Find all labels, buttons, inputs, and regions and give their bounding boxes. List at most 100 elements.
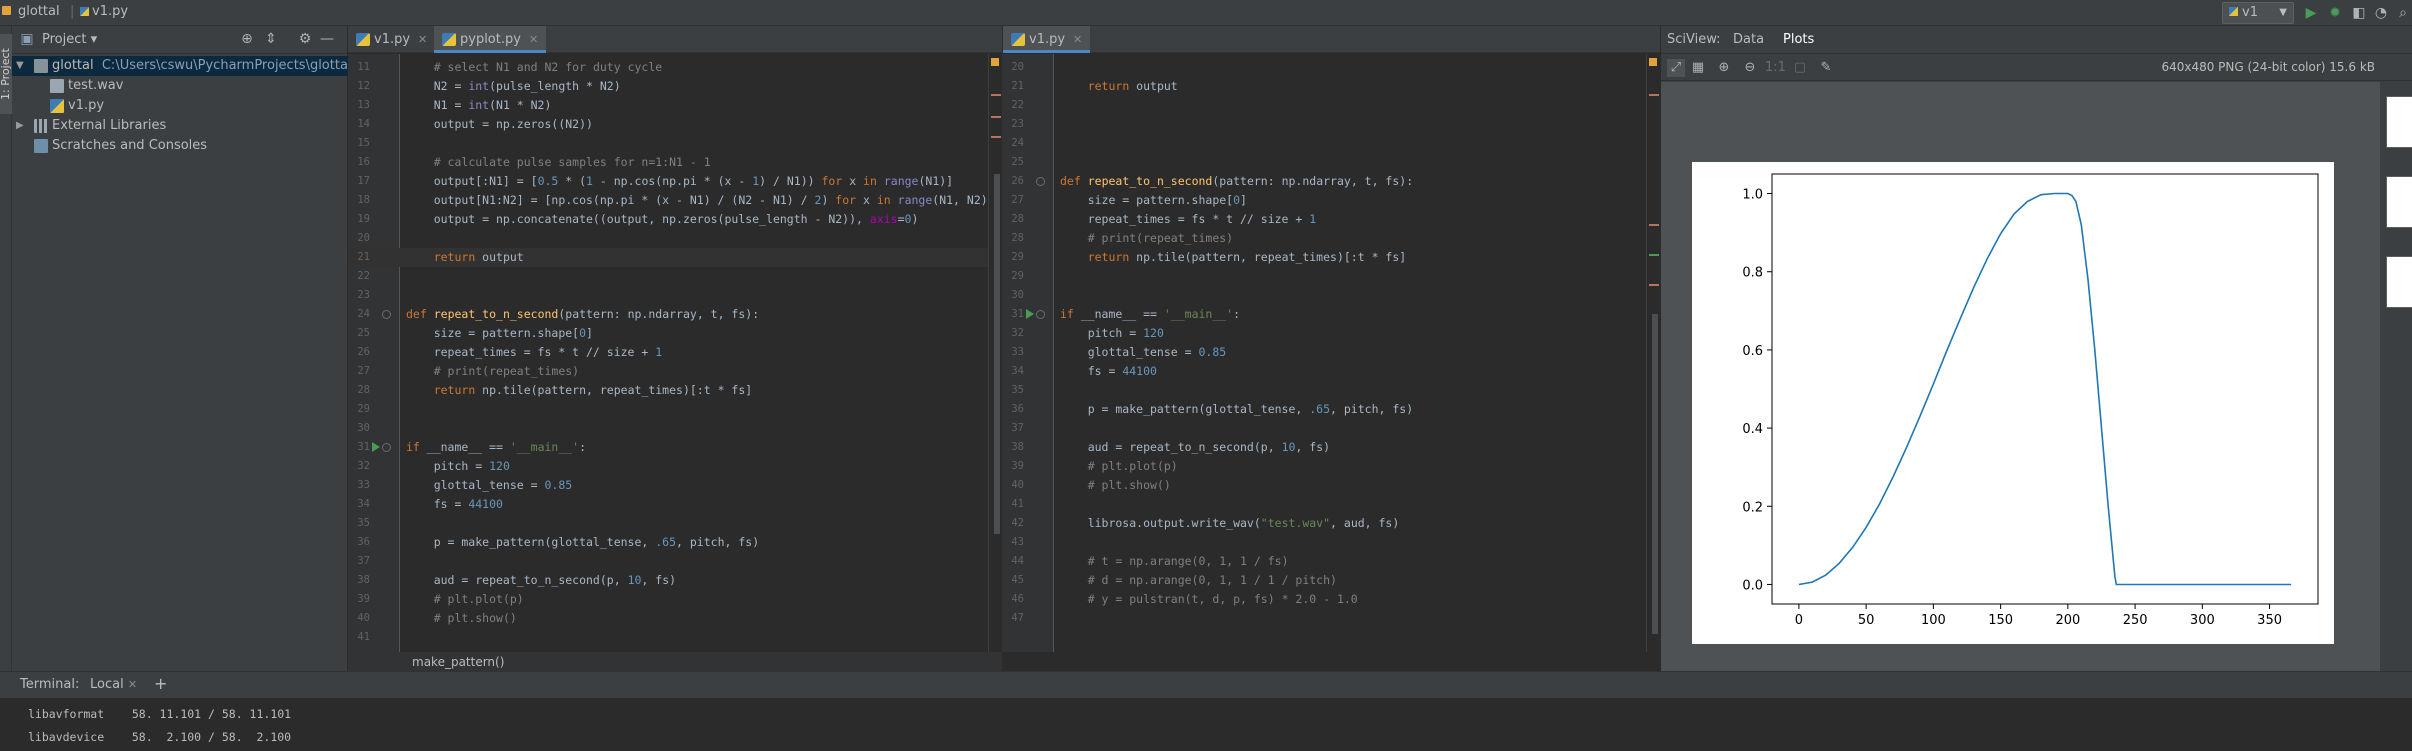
code-line[interactable]: 15 bbox=[348, 134, 988, 153]
code-line[interactable]: 24 bbox=[1002, 134, 1646, 153]
tab-pyplot-py[interactable]: pyplot.py ✕ bbox=[434, 26, 547, 53]
code-line[interactable]: 39 # plt.plot(p) bbox=[1002, 457, 1646, 476]
project-panel-title[interactable]: Project ▾ bbox=[42, 32, 97, 47]
code-line[interactable]: 38 aud = repeat_to_n_second(p, 10, fs) bbox=[348, 571, 988, 590]
tree-item-external-libraries[interactable]: ▶ External Libraries bbox=[12, 116, 348, 136]
code-line[interactable]: 11 # select N1 and N2 for duty cycle bbox=[348, 58, 988, 77]
code-line[interactable]: 35 bbox=[348, 514, 988, 533]
error-stripe-mark[interactable] bbox=[991, 116, 1001, 118]
code-line[interactable]: 37 bbox=[348, 552, 988, 571]
profile-icon[interactable]: ◔ bbox=[2372, 4, 2390, 22]
code-line[interactable]: 22 bbox=[348, 267, 988, 286]
code-line[interactable]: 28 return np.tile(pattern, repeat_times)… bbox=[348, 381, 988, 400]
code-line[interactable]: 20 bbox=[348, 229, 988, 248]
locate-icon[interactable]: ⊕ bbox=[238, 31, 256, 47]
code-line[interactable]: 29 return np.tile(pattern, repeat_times)… bbox=[1002, 248, 1646, 267]
error-stripe-mark[interactable] bbox=[991, 136, 1001, 138]
fold-icon[interactable] bbox=[382, 443, 391, 452]
error-stripe-mark[interactable] bbox=[1649, 94, 1659, 96]
code-line[interactable]: 27 size = pattern.shape[0] bbox=[1002, 191, 1646, 210]
zoom-out-icon[interactable]: ⊖ bbox=[1741, 59, 1759, 77]
code-line[interactable]: 30 bbox=[1002, 286, 1646, 305]
tree-item-v1-py[interactable]: v1.py bbox=[12, 96, 348, 116]
error-stripe-mark[interactable] bbox=[1649, 254, 1659, 256]
code-breadcrumb[interactable]: make_pattern() bbox=[348, 652, 1002, 671]
tab-data[interactable]: Data bbox=[1733, 32, 1764, 47]
code-line[interactable]: 21 return output bbox=[1002, 77, 1646, 96]
gear-icon[interactable]: ⚙ bbox=[296, 31, 314, 47]
code-line[interactable]: 37 bbox=[1002, 419, 1646, 438]
plot-thumbnail[interactable] bbox=[2386, 256, 2412, 308]
chevron-right-icon[interactable]: ▶ bbox=[16, 116, 24, 136]
code-line[interactable]: 16 # calculate pulse samples for n=1:N1 … bbox=[348, 153, 988, 172]
code-line[interactable]: 41 bbox=[348, 628, 988, 647]
code-line[interactable]: 25 bbox=[1002, 153, 1646, 172]
code-line[interactable]: 42 librosa.output.write_wav("test.wav", … bbox=[1002, 514, 1646, 533]
code-line[interactable]: 19 output = np.concatenate((output, np.z… bbox=[348, 210, 988, 229]
code-line[interactable]: 40 # plt.show() bbox=[1002, 476, 1646, 495]
code-line[interactable]: 31 if __name__ == '__main__': bbox=[348, 438, 988, 457]
code-line[interactable]: 25 size = pattern.shape[0] bbox=[348, 324, 988, 343]
plot-thumbnail[interactable] bbox=[2386, 176, 2412, 228]
code-line[interactable]: 34 fs = 44100 bbox=[1002, 362, 1646, 381]
project-tool-tab[interactable]: 1: Project bbox=[0, 34, 12, 114]
search-icon[interactable]: ⌕ bbox=[2394, 4, 2412, 22]
plot-thumbnail[interactable] bbox=[2386, 96, 2412, 148]
error-stripe-mark[interactable] bbox=[1649, 224, 1659, 226]
code-line[interactable]: 29 bbox=[1002, 267, 1646, 286]
left-editor-error-stripe[interactable] bbox=[988, 54, 1002, 652]
code-line[interactable]: 35 bbox=[1002, 381, 1646, 400]
code-line[interactable]: 36 p = make_pattern(glottal_tense, .65, … bbox=[1002, 400, 1646, 419]
right-code-editor[interactable]: 20 21 return output 22 23 24 25 26 def repeat_t… bbox=[1002, 54, 1646, 652]
chevron-down-icon[interactable]: ▼ bbox=[16, 56, 24, 76]
right-editor-error-stripe[interactable] bbox=[1646, 54, 1660, 652]
close-icon[interactable]: ✕ bbox=[529, 33, 538, 46]
warning-marker-icon[interactable] bbox=[1649, 58, 1657, 66]
code-line[interactable]: 45 # d = np.arange(0, 1, 1 / 1 / pitch) bbox=[1002, 571, 1646, 590]
code-line[interactable]: 14 output = np.zeros((N2)) bbox=[348, 115, 988, 134]
fold-icon[interactable] bbox=[1036, 177, 1045, 186]
code-line[interactable]: 29 bbox=[348, 400, 988, 419]
code-line[interactable]: 39 # plt.plot(p) bbox=[348, 590, 988, 609]
fold-icon[interactable] bbox=[1036, 310, 1045, 319]
scroll-thumb[interactable] bbox=[994, 174, 1000, 534]
run-gutter-icon[interactable] bbox=[372, 442, 380, 452]
actual-size-icon[interactable]: 1:1 bbox=[1765, 59, 1786, 77]
code-line[interactable]: 21 return output bbox=[348, 248, 988, 267]
code-line[interactable]: 12 N2 = int(pulse_length * N2) bbox=[348, 77, 988, 96]
zoom-in-icon[interactable]: ⊕ bbox=[1715, 59, 1733, 77]
code-line[interactable]: 46 # y = pulstran(t, d, p, fs) * 2.0 - 1… bbox=[1002, 590, 1646, 609]
run-gutter-icon[interactable] bbox=[1026, 309, 1034, 319]
code-line[interactable]: 23 bbox=[348, 286, 988, 305]
code-line[interactable]: 28 repeat_times = fs * t // size + 1 bbox=[1002, 210, 1646, 229]
debug-icon[interactable]: ✹ bbox=[2326, 4, 2344, 22]
plot-viewport[interactable]: 0 50 100 150 200 250 300 350 0.0 0.2 0.4 0.6 0.8 1.0 bbox=[1661, 82, 2381, 671]
code-line[interactable]: 32 pitch = 120 bbox=[1002, 324, 1646, 343]
code-line[interactable]: 47 bbox=[1002, 609, 1646, 628]
code-line[interactable]: 28 # print(repeat_times) bbox=[1002, 229, 1646, 248]
hide-icon[interactable]: — bbox=[318, 31, 336, 47]
close-icon[interactable]: ✕ bbox=[418, 33, 427, 46]
code-line[interactable]: 44 # t = np.arange(0, 1, 1 / fs) bbox=[1002, 552, 1646, 571]
code-line[interactable]: 23 bbox=[1002, 115, 1646, 134]
code-line[interactable]: 33 glottal_tense = 0.85 bbox=[1002, 343, 1646, 362]
run-icon[interactable]: ▶ bbox=[2302, 4, 2320, 22]
code-line[interactable]: 41 bbox=[1002, 495, 1646, 514]
code-line[interactable]: 33 glottal_tense = 0.85 bbox=[348, 476, 988, 495]
code-line[interactable]: 20 bbox=[1002, 58, 1646, 77]
fold-icon[interactable] bbox=[382, 310, 391, 319]
code-line[interactable]: 32 pitch = 120 bbox=[348, 457, 988, 476]
fit-icon[interactable]: ⤢ bbox=[1667, 59, 1685, 77]
tab-v1-py-right[interactable]: v1.py ✕ bbox=[1003, 26, 1091, 53]
collapse-all-icon[interactable]: ⇕ bbox=[262, 31, 280, 47]
code-line[interactable]: 27 # print(repeat_times) bbox=[348, 362, 988, 381]
code-line[interactable]: 24 def repeat_to_n_second(pattern: np.nda… bbox=[348, 305, 988, 324]
error-stripe-mark[interactable] bbox=[991, 94, 1001, 96]
code-line[interactable]: 26 repeat_times = fs * t // size + 1 bbox=[348, 343, 988, 362]
grid-icon[interactable]: ▦ bbox=[1689, 59, 1707, 77]
code-line[interactable]: 40 # plt.show() bbox=[348, 609, 988, 628]
close-icon[interactable]: ✕ bbox=[1073, 33, 1082, 46]
close-icon[interactable]: ✕ bbox=[128, 678, 137, 691]
tree-item-test-wav[interactable]: test.wav bbox=[12, 76, 348, 96]
tree-item-glottal[interactable]: ▼ glottal C:\Users\cswu\PycharmProjects\… bbox=[12, 56, 352, 76]
